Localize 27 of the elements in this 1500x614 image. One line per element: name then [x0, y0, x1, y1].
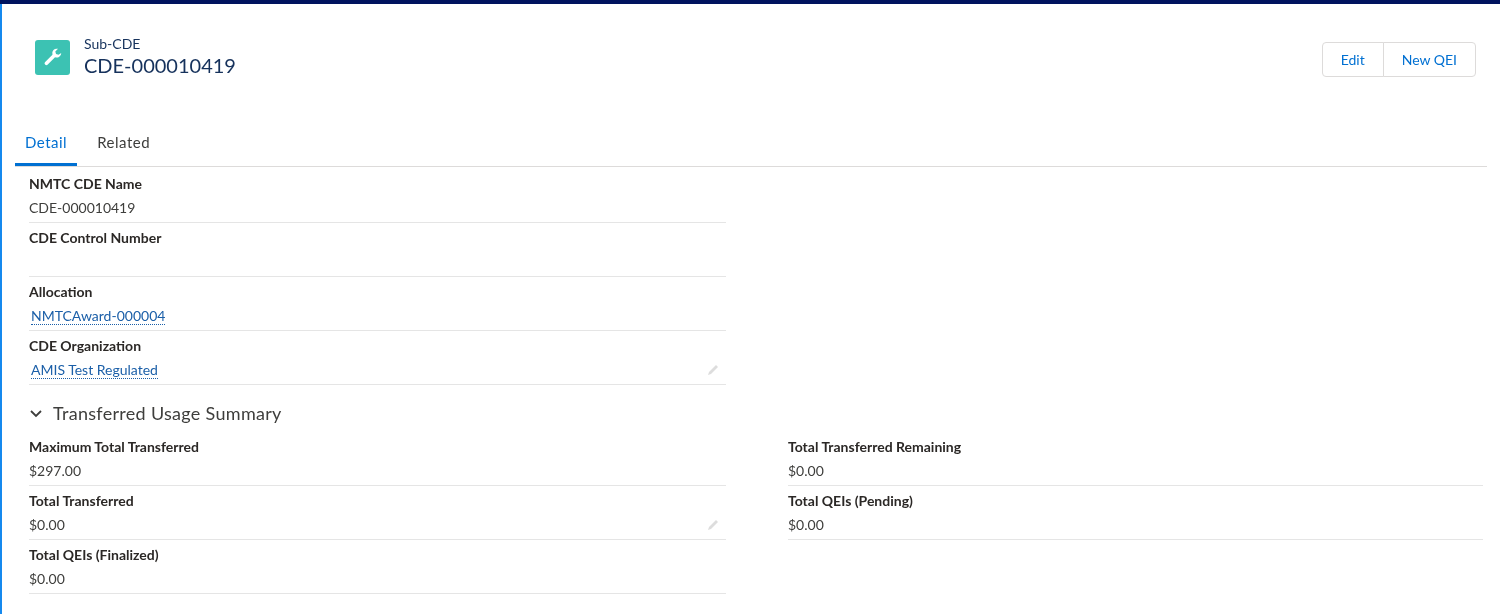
field-label: NMTC CDE Name [29, 175, 143, 193]
record-title: CDE-000010419 [84, 53, 236, 77]
field-value: CDE-000010419 [29, 199, 136, 217]
field-label: Maximum Total Transferred [29, 438, 200, 456]
field-link[interactable]: NMTCAward-000004 [31, 307, 166, 325]
field-value: $0.00 [29, 516, 65, 534]
field-value: $0.00 [788, 516, 824, 534]
field-label: Allocation [29, 283, 94, 301]
field-label: CDE Control Number [29, 229, 163, 247]
field-label: Total QEIs (Pending) [788, 492, 914, 510]
field-link[interactable]: AMIS Test Regulated [31, 361, 158, 379]
tab[interactable]: Related [87, 122, 161, 166]
tab[interactable]: Detail [15, 122, 78, 166]
field-value: $297.00 [29, 462, 82, 480]
object-type: Sub-CDE [84, 35, 142, 53]
field-label: Total QEIs (Finalized) [29, 546, 160, 564]
field-label: Total Transferred Remaining [788, 438, 963, 456]
section-title[interactable]: Transferred Usage Summary [53, 399, 282, 427]
action-button[interactable]: Edit [1321, 42, 1384, 77]
pencil-icon[interactable] [706, 518, 720, 532]
field-label: Total Transferred [29, 492, 135, 510]
action-button[interactable]: New QEI [1382, 42, 1476, 77]
field-value: $0.00 [788, 462, 824, 480]
field-value: $0.00 [29, 570, 65, 588]
field-label: CDE Organization [29, 337, 143, 355]
wrench-icon [35, 40, 70, 75]
pencil-icon[interactable] [706, 363, 720, 377]
